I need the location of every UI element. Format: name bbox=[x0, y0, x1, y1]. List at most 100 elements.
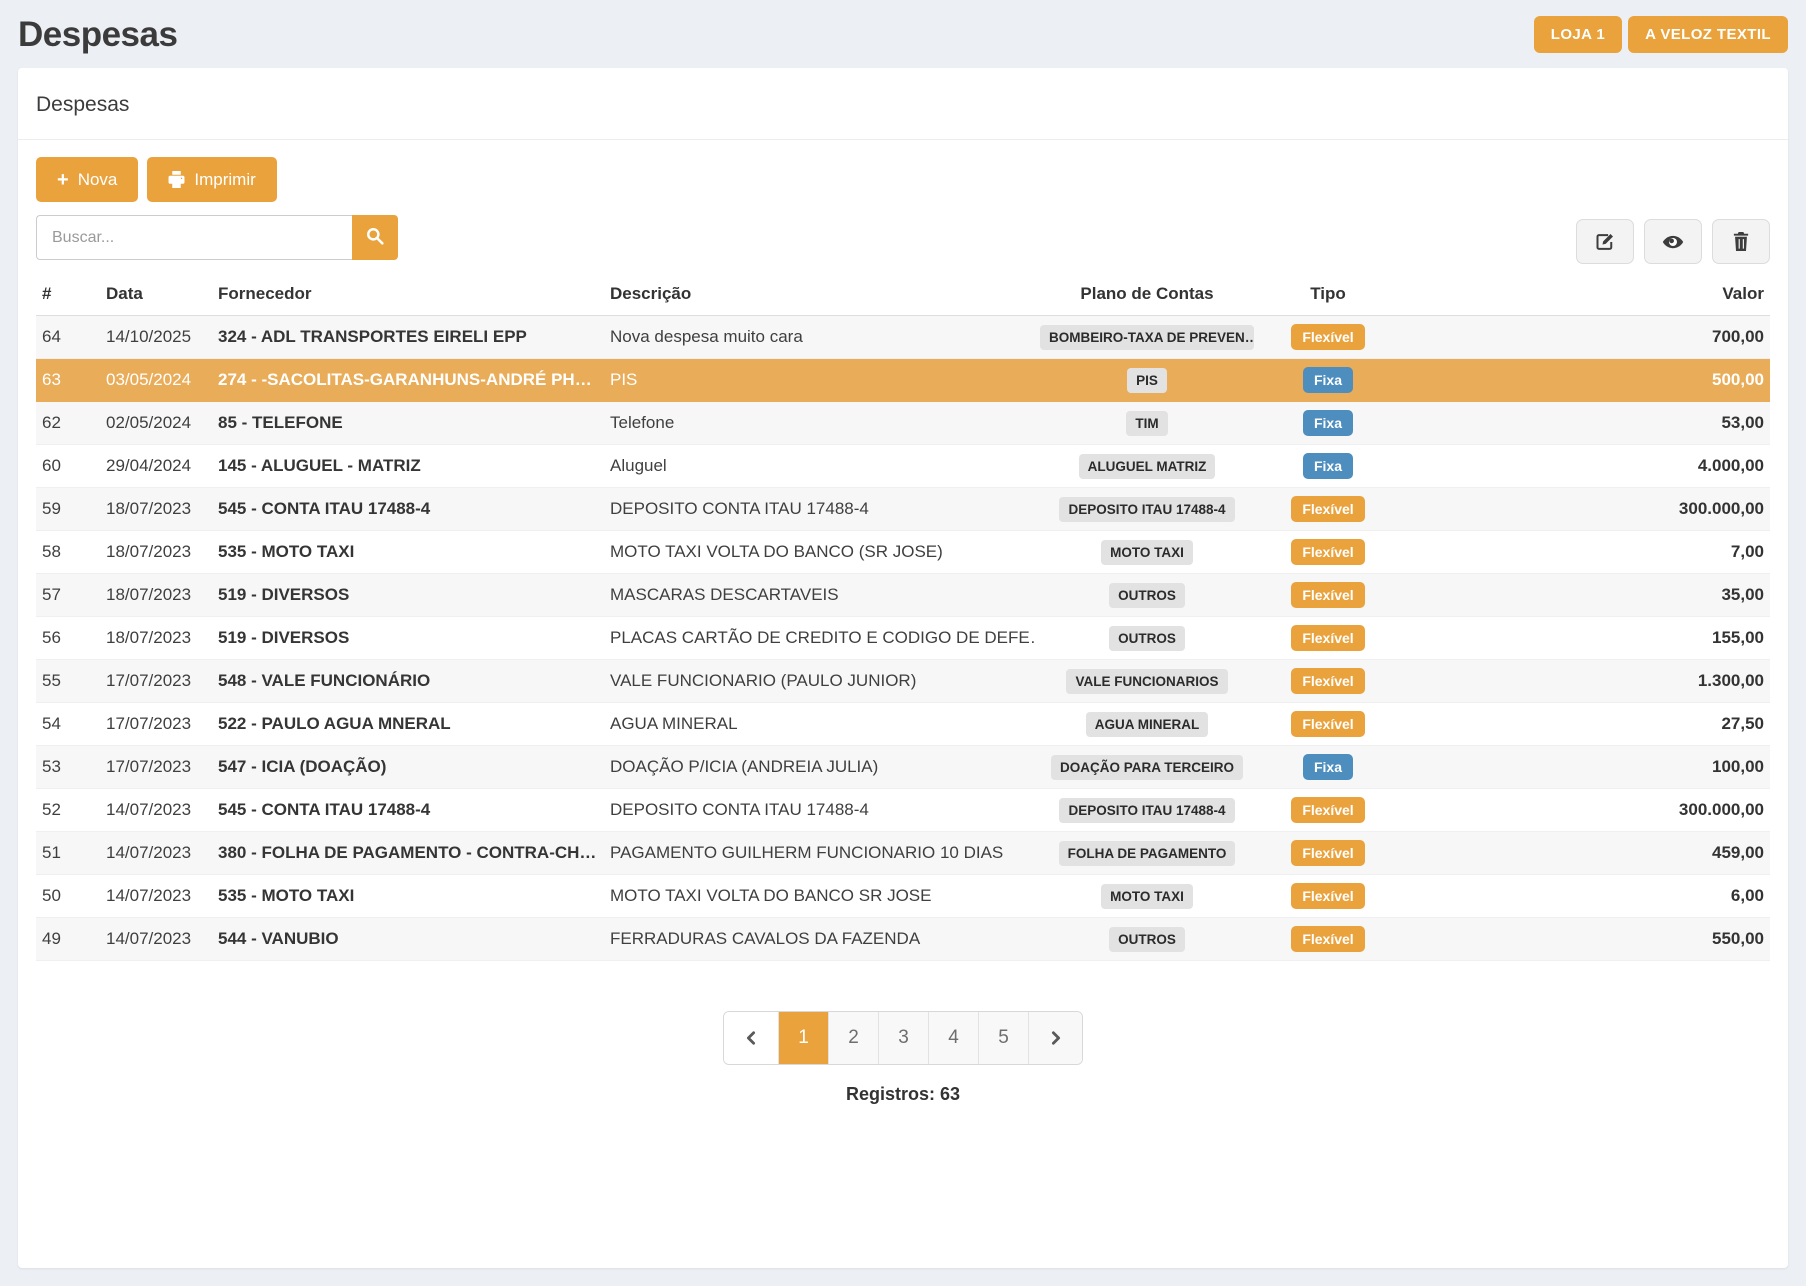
tipo-badge: Flexível bbox=[1291, 539, 1364, 565]
table-row[interactable]: 51 14/07/2023 380 - FOLHA DE PAGAMENTO -… bbox=[36, 832, 1770, 875]
col-header-plano: Plano de Contas bbox=[1034, 284, 1260, 304]
row-date: 18/07/2023 bbox=[100, 585, 212, 605]
row-descricao: FERRADURAS CAVALOS DA FAZENDA bbox=[604, 929, 1034, 949]
row-date: 17/07/2023 bbox=[100, 757, 212, 777]
row-plano-cell: MOTO TAXI bbox=[1034, 884, 1260, 909]
row-plano-cell: PIS bbox=[1034, 368, 1260, 393]
nova-button[interactable]: + Nova bbox=[36, 157, 138, 202]
row-id: 57 bbox=[36, 585, 100, 605]
row-id: 63 bbox=[36, 370, 100, 390]
company-button[interactable]: A VELOZ TEXTIL bbox=[1628, 16, 1788, 53]
row-descricao: MOTO TAXI VOLTA DO BANCO (SR JOSE) bbox=[604, 542, 1034, 562]
pagination-page-2[interactable]: 2 bbox=[828, 1012, 878, 1064]
loja-button[interactable]: LOJA 1 bbox=[1534, 16, 1622, 53]
row-plano-cell: DEPOSITO ITAU 17488-4 bbox=[1034, 497, 1260, 522]
edit-icon bbox=[1595, 232, 1615, 252]
row-id: 49 bbox=[36, 929, 100, 949]
table-row[interactable]: 60 29/04/2024 145 - ALUGUEL - MATRIZ Alu… bbox=[36, 445, 1770, 488]
tipo-badge: Flexível bbox=[1291, 883, 1364, 909]
table-row[interactable]: 49 14/07/2023 544 - VANUBIO FERRADURAS C… bbox=[36, 918, 1770, 961]
toolbar: + Nova Imprimir bbox=[36, 157, 1770, 202]
pagination-page-4[interactable]: 4 bbox=[928, 1012, 978, 1064]
row-valor: 27,50 bbox=[1396, 714, 1770, 734]
row-valor: 100,00 bbox=[1396, 757, 1770, 777]
row-plano-cell: OUTROS bbox=[1034, 583, 1260, 608]
tipo-badge: Flexível bbox=[1291, 668, 1364, 694]
table-row[interactable]: 52 14/07/2023 545 - CONTA ITAU 17488-4 D… bbox=[36, 789, 1770, 832]
row-plano-cell: VALE FUNCIONARIOS bbox=[1034, 669, 1260, 694]
pagination-page-1[interactable]: 1 bbox=[778, 1012, 828, 1064]
table-row[interactable]: 59 18/07/2023 545 - CONTA ITAU 17488-4 D… bbox=[36, 488, 1770, 531]
row-tipo-cell: Flexível bbox=[1260, 496, 1396, 522]
view-button[interactable] bbox=[1644, 219, 1702, 264]
row-date: 17/07/2023 bbox=[100, 714, 212, 734]
pagination-prev-button[interactable] bbox=[724, 1012, 778, 1064]
table-row[interactable]: 58 18/07/2023 535 - MOTO TAXI MOTO TAXI … bbox=[36, 531, 1770, 574]
row-date: 18/07/2023 bbox=[100, 542, 212, 562]
row-action-buttons bbox=[1576, 219, 1770, 264]
table-row[interactable]: 64 14/10/2025 324 - ADL TRANSPORTES EIRE… bbox=[36, 316, 1770, 359]
table-row[interactable]: 50 14/07/2023 535 - MOTO TAXI MOTO TAXI … bbox=[36, 875, 1770, 918]
plano-de-contas-badge: OUTROS bbox=[1109, 927, 1185, 952]
delete-button[interactable] bbox=[1712, 219, 1770, 264]
row-plano-cell: BOMBEIRO-TAXA DE PREVEN… bbox=[1034, 325, 1260, 350]
table-row[interactable]: 55 17/07/2023 548 - VALE FUNCIONÁRIO VAL… bbox=[36, 660, 1770, 703]
row-fornecedor: 535 - MOTO TAXI bbox=[212, 886, 604, 906]
search-button[interactable] bbox=[352, 215, 398, 260]
page-header: Despesas LOJA 1 A VELOZ TEXTIL bbox=[0, 0, 1806, 68]
row-date: 03/05/2024 bbox=[100, 370, 212, 390]
row-fornecedor: 522 - PAULO AGUA MNERAL bbox=[212, 714, 604, 734]
table-row[interactable]: 53 17/07/2023 547 - ICIA (DOAÇÃO) DOAÇÃO… bbox=[36, 746, 1770, 789]
table-row[interactable]: 63 03/05/2024 274 - -SACOLITAS-GARANHUNS… bbox=[36, 359, 1770, 402]
table-row[interactable]: 54 17/07/2023 522 - PAULO AGUA MNERAL AG… bbox=[36, 703, 1770, 746]
search-input[interactable] bbox=[36, 215, 352, 260]
row-id: 52 bbox=[36, 800, 100, 820]
row-valor: 4.000,00 bbox=[1396, 456, 1770, 476]
row-tipo-cell: Flexível bbox=[1260, 324, 1396, 350]
row-fornecedor: 545 - CONTA ITAU 17488-4 bbox=[212, 800, 604, 820]
table-header: # Data Fornecedor Descrição Plano de Con… bbox=[36, 284, 1770, 316]
plano-de-contas-badge: DEPOSITO ITAU 17488-4 bbox=[1059, 497, 1234, 522]
imprimir-button-label: Imprimir bbox=[194, 170, 255, 190]
row-tipo-cell: Fixa bbox=[1260, 367, 1396, 393]
row-valor: 6,00 bbox=[1396, 886, 1770, 906]
row-date: 14/07/2023 bbox=[100, 886, 212, 906]
col-header-tipo: Tipo bbox=[1260, 284, 1396, 304]
row-fornecedor: 85 - TELEFONE bbox=[212, 413, 604, 433]
tipo-badge: Flexível bbox=[1291, 582, 1364, 608]
col-header-valor: Valor bbox=[1396, 284, 1770, 304]
plano-de-contas-badge: FOLHA DE PAGAMENTO bbox=[1059, 841, 1236, 866]
row-fornecedor: 380 - FOLHA DE PAGAMENTO - CONTRA-CH… bbox=[212, 843, 604, 863]
search-group bbox=[36, 215, 398, 260]
printer-icon bbox=[168, 171, 185, 188]
edit-button[interactable] bbox=[1576, 219, 1634, 264]
tipo-badge: Flexível bbox=[1291, 711, 1364, 737]
row-descricao: Aluguel bbox=[604, 456, 1034, 476]
row-descricao: AGUA MINERAL bbox=[604, 714, 1034, 734]
row-fornecedor: 545 - CONTA ITAU 17488-4 bbox=[212, 499, 604, 519]
row-descricao: PIS bbox=[604, 370, 1034, 390]
page-title: Despesas bbox=[18, 15, 177, 55]
plano-de-contas-badge: OUTROS bbox=[1109, 583, 1185, 608]
row-fornecedor: 519 - DIVERSOS bbox=[212, 585, 604, 605]
row-valor: 7,00 bbox=[1396, 542, 1770, 562]
row-fornecedor: 274 - -SACOLITAS-GARANHUNS-ANDRÉ PH… bbox=[212, 370, 604, 390]
imprimir-button[interactable]: Imprimir bbox=[147, 157, 276, 202]
pagination-page-3[interactable]: 3 bbox=[878, 1012, 928, 1064]
table-row[interactable]: 56 18/07/2023 519 - DIVERSOS PLACAS CART… bbox=[36, 617, 1770, 660]
row-valor: 35,00 bbox=[1396, 585, 1770, 605]
chevron-right-icon bbox=[1049, 1031, 1063, 1045]
table-row[interactable]: 57 18/07/2023 519 - DIVERSOS MASCARAS DE… bbox=[36, 574, 1770, 617]
table-row[interactable]: 62 02/05/2024 85 - TELEFONE Telefone TIM… bbox=[36, 402, 1770, 445]
row-descricao: Nova despesa muito cara bbox=[604, 327, 1034, 347]
row-fornecedor: 547 - ICIA (DOAÇÃO) bbox=[212, 757, 604, 777]
row-date: 18/07/2023 bbox=[100, 499, 212, 519]
row-id: 56 bbox=[36, 628, 100, 648]
row-id: 59 bbox=[36, 499, 100, 519]
row-plano-cell: MOTO TAXI bbox=[1034, 540, 1260, 565]
pagination-next-button[interactable] bbox=[1028, 1012, 1082, 1064]
pagination-page-5[interactable]: 5 bbox=[978, 1012, 1028, 1064]
row-fornecedor: 145 - ALUGUEL - MATRIZ bbox=[212, 456, 604, 476]
row-tipo-cell: Fixa bbox=[1260, 453, 1396, 479]
pagination: 12345 bbox=[723, 1011, 1083, 1065]
